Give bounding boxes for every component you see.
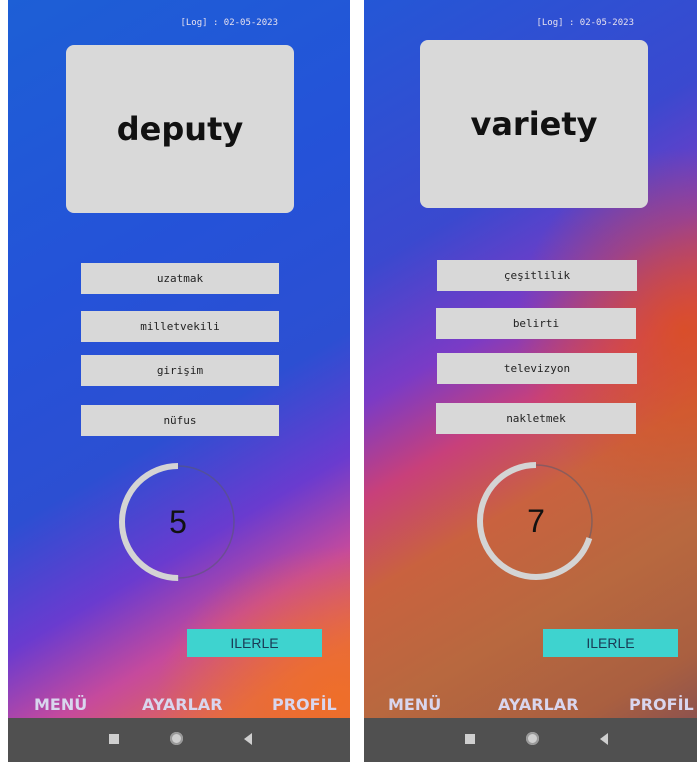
circle-icon[interactable] bbox=[170, 732, 183, 745]
option-button-1[interactable]: uzatmak bbox=[81, 263, 279, 294]
tab-settings[interactable]: AYARLAR bbox=[142, 695, 223, 714]
tab-settings[interactable]: AYARLAR bbox=[498, 695, 579, 714]
screenshot-right: [Log] : 02-05-2023 variety çeşitlilik be… bbox=[364, 0, 697, 762]
triangle-left-icon[interactable] bbox=[244, 733, 252, 745]
word-card: variety bbox=[420, 40, 648, 208]
option-button-4[interactable]: nakletmek bbox=[436, 403, 636, 434]
option-button-3[interactable]: girişim bbox=[81, 355, 279, 386]
option-button-3[interactable]: televizyon bbox=[437, 353, 637, 384]
countdown-timer: 7 bbox=[476, 461, 596, 581]
screenshot-left: [Log] : 02-05-2023 deputy uzatmak millet… bbox=[8, 0, 350, 762]
next-button[interactable]: ILERLE bbox=[543, 629, 678, 657]
square-icon[interactable] bbox=[465, 734, 475, 744]
word-text: variety bbox=[470, 105, 598, 143]
timer-value: 5 bbox=[169, 503, 187, 540]
tab-profile[interactable]: PROFİL bbox=[629, 695, 694, 714]
next-button[interactable]: ILERLE bbox=[187, 629, 322, 657]
word-text: deputy bbox=[116, 110, 244, 148]
android-nav-bar bbox=[8, 718, 350, 762]
log-date: [Log] : 02-05-2023 bbox=[536, 18, 634, 28]
log-date: [Log] : 02-05-2023 bbox=[180, 18, 278, 28]
triangle-left-icon[interactable] bbox=[600, 733, 608, 745]
tab-menu[interactable]: MENÜ bbox=[388, 695, 441, 714]
option-button-4[interactable]: nüfus bbox=[81, 405, 279, 436]
square-icon[interactable] bbox=[109, 734, 119, 744]
word-card: deputy bbox=[66, 45, 294, 213]
android-nav-bar bbox=[364, 718, 697, 762]
tab-profile[interactable]: PROFİL bbox=[272, 695, 337, 714]
option-button-2[interactable]: milletvekili bbox=[81, 311, 279, 342]
circle-icon[interactable] bbox=[526, 732, 539, 745]
option-button-2[interactable]: belirti bbox=[436, 308, 636, 339]
tab-menu[interactable]: MENÜ bbox=[34, 695, 87, 714]
timer-value: 7 bbox=[527, 502, 545, 539]
countdown-timer: 5 bbox=[118, 462, 238, 582]
option-button-1[interactable]: çeşitlilik bbox=[437, 260, 637, 291]
